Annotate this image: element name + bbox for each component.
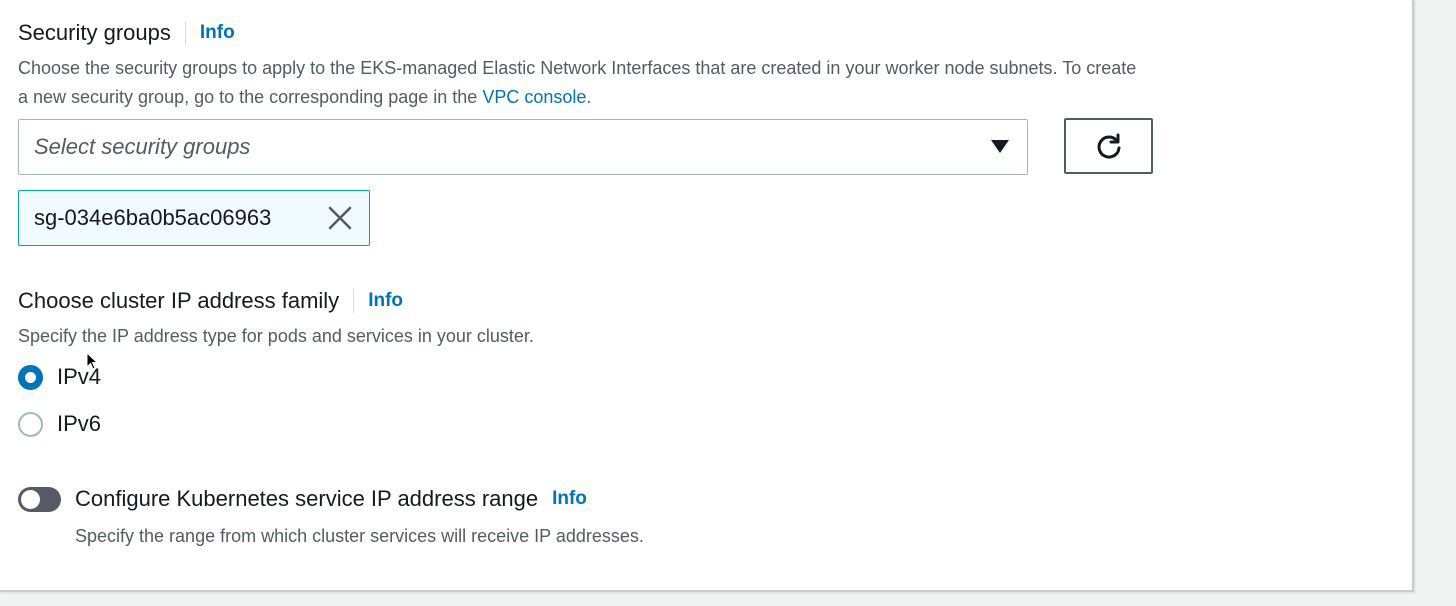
ip-family-info-link[interactable]: Info	[368, 290, 403, 312]
refresh-icon	[1097, 133, 1120, 159]
close-icon[interactable]	[327, 205, 353, 231]
toggle-knob	[21, 490, 40, 509]
ip-family-label: Choose cluster IP address family	[18, 288, 340, 313]
service-ip-range-info-link[interactable]: Info	[552, 488, 587, 510]
radio-ipv6[interactable]: IPv6	[18, 411, 101, 437]
security-groups-description-line-2: a new security group, go to the correspo…	[18, 87, 592, 107]
ip-family-description: Specify the IP address type for pods and…	[18, 326, 534, 346]
cluster-networking-panel: Security groups Info Choose the security…	[0, 0, 1414, 592]
radio-ipv6-label: IPv6	[57, 411, 102, 436]
service-ip-range-label: Configure Kubernetes service IP address …	[75, 486, 539, 511]
security-groups-label: Security groups	[18, 20, 171, 45]
divider	[184, 21, 186, 45]
vpc-console-link[interactable]: VPC console	[482, 87, 586, 107]
ip-family-header: Choose cluster IP address family Info	[18, 288, 403, 314]
radio-ipv6-indicator[interactable]	[18, 411, 43, 437]
service-ip-range-description: Specify the range from which cluster ser…	[75, 526, 644, 546]
security-groups-header: Security groups Info	[18, 20, 235, 46]
security-groups-description: Choose the security groups to apply to t…	[18, 54, 1136, 112]
refresh-button[interactable]	[1064, 118, 1153, 174]
security-groups-select[interactable]: Select security groups	[18, 119, 1028, 175]
radio-ipv4-indicator[interactable]	[18, 364, 43, 390]
security-groups-description-line-1: Choose the security groups to apply to t…	[18, 58, 1137, 78]
security-group-token-label: sg-034e6ba0b5ac06963	[34, 205, 272, 230]
caret-down-icon	[991, 140, 1009, 153]
service-ip-range-toggle[interactable]	[18, 487, 61, 512]
security-groups-select-placeholder: Select security groups	[34, 134, 251, 159]
divider	[353, 289, 355, 313]
security-groups-info-link[interactable]: Info	[200, 22, 235, 44]
security-group-token: sg-034e6ba0b5ac06963	[18, 190, 370, 246]
mouse-cursor-icon	[86, 352, 99, 370]
service-ip-range-header: Configure Kubernetes service IP address …	[75, 486, 587, 512]
